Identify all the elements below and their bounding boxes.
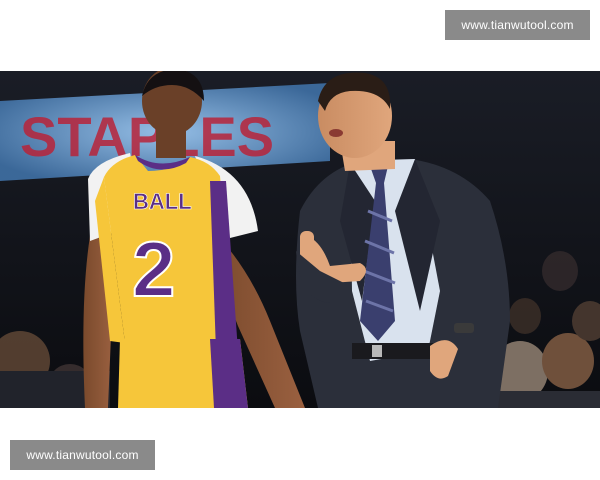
photo-illustration: STAPLES BALL 2: [0, 71, 600, 408]
main-photo: STAPLES BALL 2: [0, 71, 600, 408]
watermark-top: www.tianwutool.com: [445, 10, 590, 40]
jersey-name: BALL: [133, 189, 192, 214]
jersey-number: 2: [132, 225, 175, 313]
watermark-bottom: www.tianwutool.com: [10, 440, 155, 470]
